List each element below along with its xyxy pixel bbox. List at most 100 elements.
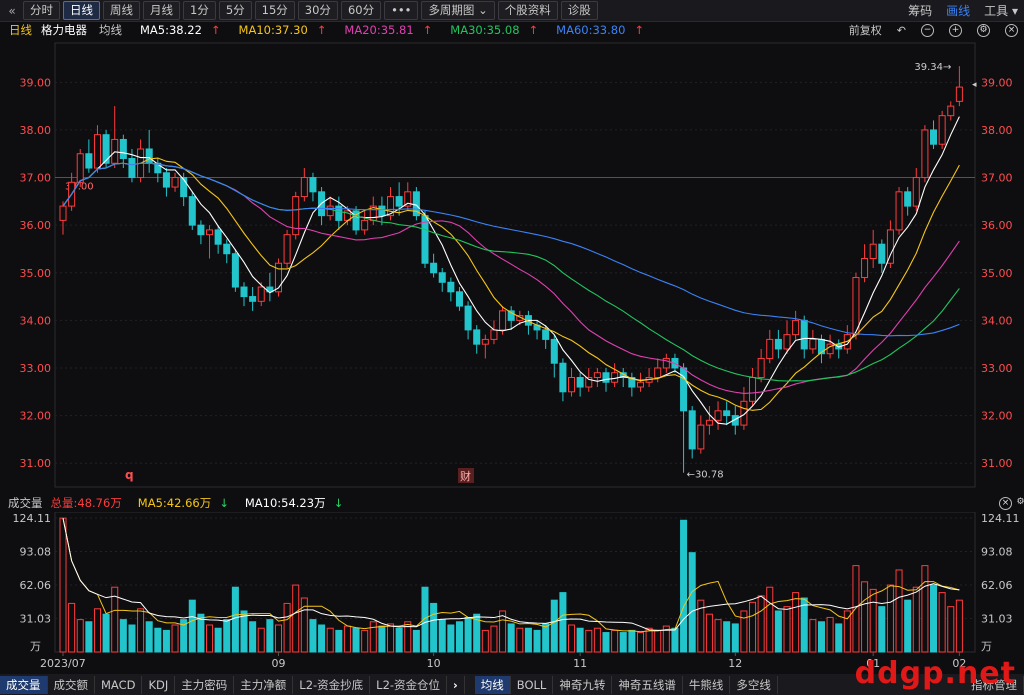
y-tick-label-left: 39.00: [20, 76, 52, 89]
candle: [128, 158, 136, 179]
candle: [636, 381, 644, 388]
candle: [723, 410, 731, 417]
volume-bar: [533, 629, 541, 653]
volume-total: 总量:48.76万: [50, 496, 122, 510]
more-button[interactable]: •••: [384, 1, 419, 20]
candle: [283, 234, 291, 264]
tab-volume[interactable]: 成交量: [0, 675, 48, 694]
candle: [861, 257, 869, 279]
volume-bar: [783, 606, 791, 653]
tab-macd[interactable]: MACD: [95, 675, 143, 694]
candle: [197, 224, 205, 236]
ma-label[interactable]: 均线: [99, 22, 122, 38]
multi-period-label: 多周期图: [428, 3, 475, 17]
period-tab-5min[interactable]: 5分: [218, 1, 252, 20]
candle: [240, 286, 248, 298]
volume-bar: [886, 584, 894, 653]
tools-label: 工具: [984, 4, 1009, 18]
candle: [938, 115, 946, 145]
volume-bar: [292, 584, 300, 653]
close-icon[interactable]: ×: [999, 497, 1012, 510]
volume-bar: [516, 627, 524, 653]
volume-bar: [930, 584, 938, 653]
period-tab-weekly[interactable]: 周线: [103, 1, 140, 20]
period-tab-monthly[interactable]: 月线: [143, 1, 180, 20]
settings-icon[interactable]: ⚙: [977, 23, 990, 37]
candle: [550, 338, 558, 364]
tab-l2-bottom[interactable]: L2-资金抄底: [293, 675, 371, 694]
chevron-right-icon[interactable]: ›: [447, 675, 465, 694]
settings-icon[interactable]: ⚙: [1015, 497, 1024, 508]
volume-bar: [137, 608, 145, 653]
volume-bar: [852, 565, 860, 653]
y-tick-label-right: 31.00: [981, 457, 1013, 470]
period-label: 日线: [9, 23, 32, 37]
x-tick-label: 2023/07: [40, 657, 86, 670]
max-price-label: 39.34→: [914, 62, 951, 73]
chart-controls: 前复权 ↶ − + ⚙ ×: [840, 22, 1018, 38]
y-tick-label-right: 34.00: [981, 314, 1013, 327]
volume-bar: [645, 627, 653, 653]
volume-tick-left: 93.08: [20, 546, 52, 559]
tab-ma[interactable]: 均线: [474, 675, 511, 694]
volume-bar: [912, 586, 920, 653]
period-tab-1min[interactable]: 1分: [183, 1, 216, 20]
volume-label: 成交量: [8, 496, 43, 510]
volume-chart[interactable]: 124.11 124.11 93.08 93.08 62.06 62.06 31.03 31.…: [0, 512, 1024, 674]
period-tab-daily[interactable]: 日线: [63, 1, 100, 20]
tab-main-code[interactable]: 主力密码: [175, 675, 235, 694]
tab-kdj[interactable]: KDJ: [142, 675, 176, 694]
tab-turnover[interactable]: 成交额: [48, 675, 95, 694]
back-icon[interactable]: «: [4, 4, 20, 18]
volume-bar: [938, 592, 946, 653]
volume-bar: [128, 624, 136, 653]
tab-l2-position[interactable]: L2-资金仓位: [370, 675, 448, 694]
toolbar-right: 筹码 画线 工具 ▾: [908, 2, 1018, 19]
tab-magic-five[interactable]: 神奇五线谱: [612, 675, 683, 694]
volume-bar: [257, 627, 265, 653]
volume-bar: [792, 592, 800, 653]
close-icon[interactable]: ×: [1005, 23, 1018, 37]
stock-info-button[interactable]: 个股资料: [497, 1, 558, 20]
candle: [223, 243, 231, 255]
y-tick-label-right: 33.00: [981, 362, 1013, 375]
tab-bull-bear[interactable]: 牛熊线: [683, 675, 731, 694]
candle: [714, 410, 722, 421]
candle: [878, 243, 886, 264]
down-arrow-icon: ↓: [219, 496, 229, 510]
volume-bar: [481, 629, 489, 653]
multi-period-dropdown[interactable]: 多周期图 ⌄: [421, 1, 495, 20]
chips-button[interactable]: 筹码: [908, 2, 932, 19]
candle: [430, 262, 438, 274]
period-tab-intraday[interactable]: 分时: [23, 1, 60, 20]
undo-icon[interactable]: ↶: [897, 24, 906, 37]
volume-bar: [206, 624, 214, 653]
volume-bar: [387, 623, 395, 653]
tools-menu[interactable]: 工具 ▾: [984, 2, 1018, 19]
tab-main-net[interactable]: 主力净额: [234, 675, 294, 694]
ma10-text: MA10:37.30: [238, 23, 308, 37]
candle: [59, 205, 67, 221]
zoom-in-icon[interactable]: +: [949, 23, 962, 37]
candle: [654, 367, 662, 379]
y-tick-label-right: 35.00: [981, 267, 1013, 280]
volume-bar: [326, 627, 334, 653]
period-tab-15min[interactable]: 15分: [254, 1, 295, 20]
candle: [921, 129, 929, 179]
volume-bar: [283, 602, 291, 653]
volume-ma10: MA10:54.23万 ↓: [237, 495, 343, 511]
draw-line-button[interactable]: 画线: [946, 2, 970, 19]
adjust-dropdown[interactable]: 前复权: [849, 22, 882, 38]
price-chart[interactable]: 39.00 39.00 38.00 38.00 37.00 37.00 36.00 36.00…: [0, 39, 1024, 494]
ma60-value: MA60:33.80 ↑: [547, 23, 644, 37]
watermark: ddgp.net: [854, 656, 1016, 691]
tab-boll[interactable]: BOLL: [511, 675, 554, 694]
volume-bar: [809, 619, 817, 653]
tab-long-short[interactable]: 多空线: [730, 675, 778, 694]
zoom-out-icon[interactable]: −: [921, 23, 934, 37]
period-tab-60min[interactable]: 60分: [340, 1, 382, 20]
period-tab-30min[interactable]: 30分: [297, 1, 338, 20]
diagnose-button[interactable]: 诊股: [560, 1, 598, 20]
volume-bar: [749, 601, 757, 653]
tab-magic-nine[interactable]: 神奇九转: [553, 675, 613, 694]
